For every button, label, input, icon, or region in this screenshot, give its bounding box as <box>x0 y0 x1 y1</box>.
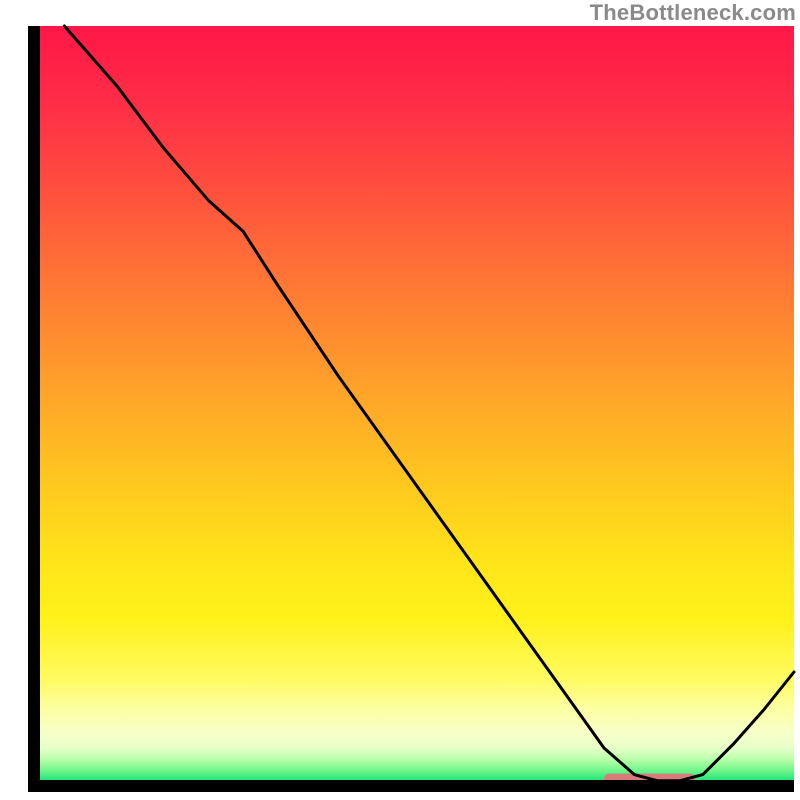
plot-background <box>34 26 794 786</box>
chart-root: TheBottleneck.com <box>0 0 800 800</box>
chart-svg <box>0 0 800 800</box>
